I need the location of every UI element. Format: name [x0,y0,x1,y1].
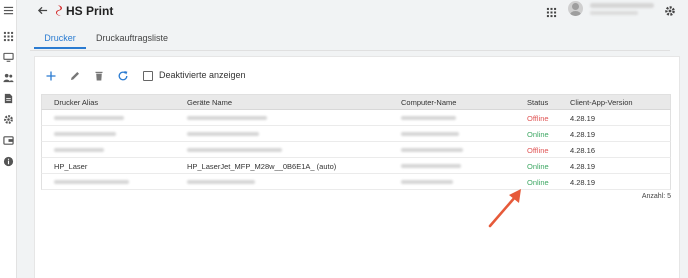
avatar[interactable] [568,1,583,16]
cell-version: 4.28.19 [570,162,596,171]
table-row[interactable]: Offline 4.28.16 [41,142,671,158]
alias-redacted [54,180,129,184]
users-icon[interactable] [3,72,14,83]
top-bar [18,0,688,22]
column-header-device[interactable]: Geräte Name [187,98,232,107]
device-redacted [187,132,259,136]
column-header-status[interactable]: Status [527,98,548,107]
show-deactivated-label: Deaktivierte anzeigen [159,70,246,80]
user-email-redacted [590,11,638,15]
alias-redacted [54,116,124,120]
edit-icon[interactable] [69,70,81,82]
back-arrow-icon[interactable] [37,5,49,17]
cell-version: 4.28.16 [570,146,596,155]
computer-redacted [401,180,453,184]
alias-redacted [54,132,116,136]
menu-icon[interactable] [3,5,14,16]
tab-druckauftragsliste[interactable]: Druckauftragsliste [96,28,168,49]
computer-redacted [401,132,459,136]
cell-status: Offline [527,146,549,155]
user-name-redacted [590,3,654,8]
table-row[interactable]: Online 4.28.19 [41,174,671,190]
tab-bar: Drucker Druckauftragsliste [30,28,670,50]
cell-status: Online [527,178,549,187]
device-redacted [187,180,255,184]
device-redacted [187,148,282,152]
app-title: HS Print [66,4,114,18]
cell-status: Online [527,162,549,171]
printer-table: Drucker Alias Geräte Name Computer-Name … [41,94,671,190]
delete-icon[interactable] [93,70,105,82]
document-icon[interactable] [3,93,14,104]
tab-drucker[interactable]: Drucker [34,28,86,49]
annotation-arrow [488,189,521,228]
show-deactivated-checkbox[interactable] [143,71,153,81]
settings-icon[interactable] [3,114,14,125]
cell-version: 4.28.19 [570,114,596,123]
apps-grid-icon[interactable] [3,31,14,42]
column-header-computer[interactable]: Computer-Name [401,98,456,107]
column-header-alias[interactable]: Drucker Alias [54,98,98,107]
table-row[interactable]: HP_Laser HP_LaserJet_MFP_M28w__0B6E1A_ (a… [41,158,671,174]
info-icon[interactable] [3,156,14,167]
cell-status: Offline [527,114,549,123]
cell-version: 4.28.19 [570,130,596,139]
cell-version: 4.28.19 [570,178,596,187]
refresh-icon[interactable] [117,70,129,82]
monitor-icon[interactable] [3,52,14,63]
cell-alias: HP_Laser [54,162,88,171]
tab-divider [30,50,670,51]
device-redacted [187,116,267,120]
add-icon[interactable] [45,70,57,82]
row-count: Anzahl: 5 [641,193,671,200]
table-header: Drucker Alias Geräte Name Computer-Name … [41,94,671,110]
alias-redacted [54,148,104,152]
sidebar [0,0,17,278]
table-row[interactable]: Offline 4.28.19 [41,110,671,126]
column-header-version[interactable]: Client-App-Version [570,98,633,107]
wallet-icon[interactable] [3,135,14,146]
table-body: Offline 4.28.19 Online 4.28.19 Offline 4.28.1… [41,110,671,190]
table-row[interactable]: Online 4.28.19 [41,126,671,142]
gear-icon[interactable] [664,4,676,16]
cell-status: Online [527,130,549,139]
app-launcher-icon[interactable] [546,5,557,18]
computer-redacted [401,164,461,168]
printer-panel: Deaktivierte anzeigen Drucker Alias Gerä… [34,56,680,278]
cell-device: HP_LaserJet_MFP_M28w__0B6E1A_ (auto) [187,162,337,171]
computer-redacted [401,148,463,152]
computer-redacted [401,116,456,120]
